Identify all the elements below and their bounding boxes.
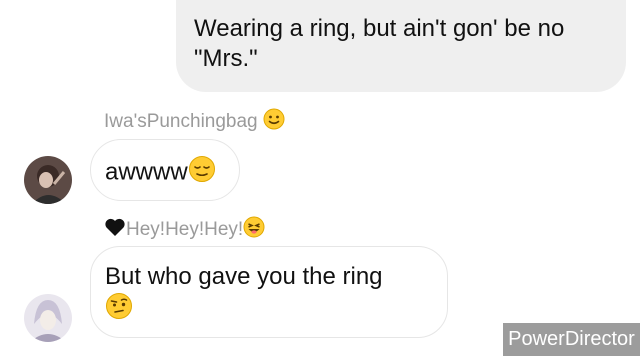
incoming-message-bubble-1[interactable]: awwww [90, 139, 240, 201]
chat-screen: Wearing a ring, but ain't gon' be no "Mr… [0, 0, 640, 360]
relieved-face-icon [188, 155, 216, 191]
powerdirector-watermark: PowerDirector [503, 323, 640, 356]
incoming-message-bubble-2[interactable]: But who gave you the ring [90, 246, 448, 338]
sender-name-text: Iwa'sPunchingbag [104, 111, 258, 133]
black-heart-icon [104, 217, 126, 243]
avatar[interactable] [24, 294, 72, 342]
winking-tongue-face-icon [243, 216, 265, 244]
message-emoji-line [105, 292, 447, 328]
message-text-line-1: But who gave you the ring [105, 263, 383, 290]
outgoing-message-bubble[interactable]: Wearing a ring, but ain't gon' be no "Mr… [176, 0, 626, 92]
message-text-line-2: "Mrs." [194, 45, 258, 72]
message-text: awwww [105, 158, 188, 186]
sender-name-2: Hey!Hey!Hey! [104, 216, 265, 244]
raised-eyebrow-face-icon [105, 292, 133, 328]
sender-name-1: Iwa'sPunchingbag [104, 108, 285, 136]
avatar[interactable] [24, 156, 72, 204]
slightly-smiling-face-icon [263, 108, 285, 136]
message-text-line-1: Wearing a ring, but ain't gon' be no [194, 15, 565, 42]
sender-name-text: Hey!Hey!Hey! [126, 219, 244, 241]
